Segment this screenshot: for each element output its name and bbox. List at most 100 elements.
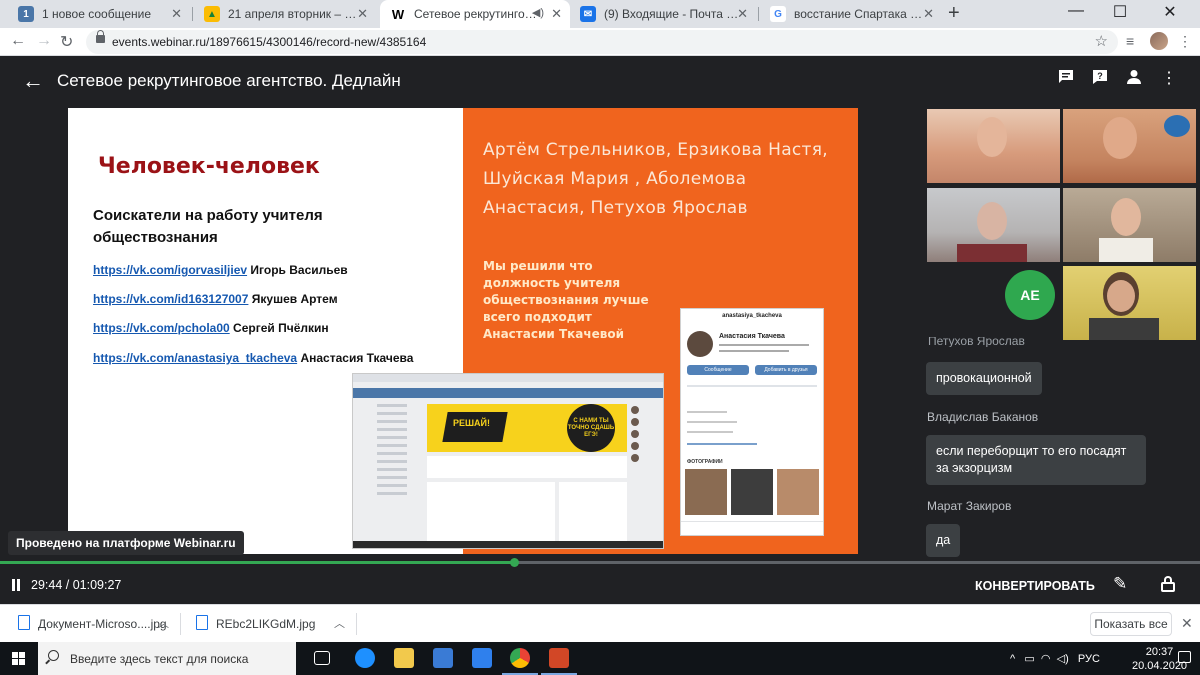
maximize-button[interactable]: ☐ bbox=[1100, 2, 1140, 22]
bookmark-star-icon[interactable]: ☆ bbox=[1095, 32, 1108, 50]
windows-start-icon[interactable] bbox=[12, 652, 26, 666]
candidate-link-row: https://vk.com/anastasiya_tkacheva Анаст… bbox=[93, 351, 413, 365]
browser-tab-mail[interactable]: ✉ (9) Входящие - Почта Mail.ru ✕ bbox=[570, 0, 756, 28]
chevron-up-icon[interactable]: ︿ bbox=[334, 615, 345, 631]
lock-icon bbox=[96, 30, 105, 43]
profile-name: Анастасия Ткачева bbox=[719, 333, 785, 340]
back-arrow-icon[interactable]: ← bbox=[22, 68, 44, 94]
profile-info-row bbox=[687, 421, 737, 423]
profile-avatar[interactable] bbox=[1150, 32, 1168, 50]
profile-photo bbox=[777, 469, 819, 515]
convert-button[interactable]: КОНВЕРТИРОВАТЬ bbox=[975, 579, 1095, 593]
lock-icon[interactable] bbox=[1161, 576, 1175, 592]
browser-tab-webinar[interactable]: W Сетевое рекрутинговое аге ◀) ✕ bbox=[380, 0, 570, 28]
reading-list-icon[interactable]: ≡ bbox=[1126, 33, 1134, 49]
mail-icon: ✉ bbox=[580, 6, 596, 22]
pencil-icon[interactable]: ✎ bbox=[1113, 574, 1127, 594]
tab-label: 21 апреля вторник – Google Ди bbox=[228, 7, 358, 21]
new-tab-button[interactable]: + bbox=[948, 2, 960, 25]
participant-video[interactable] bbox=[1063, 266, 1196, 340]
google-drive-icon: ▲ bbox=[204, 6, 220, 22]
candidate-link[interactable]: https://vk.com/pchola00 bbox=[93, 321, 230, 335]
browser-tab-strip: 1 1 новое сообщение ✕ ▲ 21 апреля вторни… bbox=[0, 0, 1200, 28]
participant-video[interactable] bbox=[927, 188, 1060, 262]
close-tab-icon[interactable]: ✕ bbox=[923, 6, 934, 22]
candidate-name: Анастасия Ткачева bbox=[300, 351, 414, 365]
minimize-button[interactable]: — bbox=[1056, 2, 1096, 20]
chevron-up-icon[interactable]: ︿ bbox=[158, 615, 169, 631]
participant-video[interactable] bbox=[927, 109, 1060, 183]
chat-icon[interactable] bbox=[1055, 68, 1077, 90]
time-display: 29:44 / 01:09:27 bbox=[31, 578, 122, 592]
download-item[interactable]: REbc2LIKGdM.jpg bbox=[216, 617, 315, 631]
chevron-up-icon[interactable]: ^ bbox=[1010, 653, 1015, 665]
speaker-icon[interactable]: ◀) bbox=[532, 6, 544, 19]
screenshot-side-card bbox=[559, 482, 627, 542]
windows-taskbar: Введите здесь текст для поиска ^ ▭ ◠ ◁) … bbox=[0, 642, 1200, 675]
search-icon bbox=[48, 650, 59, 661]
close-window-button[interactable]: ✕ bbox=[1150, 2, 1190, 22]
participants-icon[interactable] bbox=[1123, 68, 1145, 90]
photos-label: ФОТОГРАФИИ bbox=[687, 459, 723, 465]
browser-tab-google-drive[interactable]: ▲ 21 апреля вторник – Google Ди ✕ bbox=[194, 0, 376, 28]
forward-arrow-icon[interactable]: → bbox=[36, 32, 52, 50]
presentation-slide: Человек-человек Соискатели на работу учи… bbox=[68, 108, 858, 554]
download-item[interactable]: Документ-Microso....jpg bbox=[38, 617, 167, 631]
browser-tab-vk[interactable]: 1 1 новое сообщение ✕ bbox=[8, 0, 190, 28]
participant-video[interactable] bbox=[1063, 188, 1196, 262]
avatar bbox=[631, 430, 639, 438]
screenshot-browser-bar bbox=[353, 374, 663, 382]
candidate-link[interactable]: https://vk.com/anastasiya_tkacheva bbox=[93, 351, 297, 365]
wifi-icon[interactable]: ◠ bbox=[1041, 653, 1051, 665]
participant-video[interactable] bbox=[1063, 109, 1196, 183]
edge-icon[interactable] bbox=[355, 648, 375, 668]
reload-icon[interactable]: ↻ bbox=[60, 32, 73, 52]
task-view-icon[interactable] bbox=[314, 651, 330, 665]
candidate-name: Сергей Пчёлкин bbox=[233, 321, 329, 335]
store-icon[interactable] bbox=[433, 648, 453, 668]
close-tab-icon[interactable]: ✕ bbox=[171, 6, 182, 22]
svg-text:?: ? bbox=[1097, 71, 1103, 81]
candidate-link-row: https://vk.com/pchola00 Сергей Пчёлкин bbox=[93, 321, 329, 335]
address-bar[interactable]: events.webinar.ru/18976615/4300146/recor… bbox=[86, 30, 1118, 54]
language-indicator[interactable]: РУС bbox=[1078, 653, 1100, 665]
back-arrow-icon[interactable]: ← bbox=[10, 32, 26, 50]
powerpoint-icon[interactable] bbox=[549, 648, 569, 668]
progress-fill bbox=[0, 561, 514, 564]
avatar bbox=[631, 442, 639, 450]
avatar bbox=[631, 406, 639, 414]
close-icon[interactable]: ✕ bbox=[1181, 615, 1193, 632]
taskbar-search[interactable]: Введите здесь текст для поиска bbox=[38, 642, 296, 675]
browser-tab-google-search[interactable]: G восстание Спартака – Google П ✕ bbox=[760, 0, 942, 28]
profile-status-line bbox=[719, 350, 789, 352]
tab-label: 1 новое сообщение bbox=[42, 7, 152, 21]
candidate-link[interactable]: https://vk.com/id163127007 bbox=[93, 292, 248, 306]
help-icon[interactable]: ? bbox=[1089, 68, 1111, 90]
close-tab-icon[interactable]: ✕ bbox=[737, 6, 748, 22]
participant-avatar[interactable]: AE bbox=[1005, 270, 1055, 320]
volume-icon[interactable]: ◁) bbox=[1057, 653, 1069, 665]
mail-app-icon[interactable] bbox=[472, 648, 492, 668]
chat-message: провокационной bbox=[926, 362, 1042, 395]
search-placeholder: Введите здесь текст для поиска bbox=[70, 652, 249, 666]
notifications-icon[interactable] bbox=[1178, 651, 1191, 663]
progress-bar[interactable] bbox=[0, 558, 1200, 567]
menu-dots-icon[interactable]: ⋮ bbox=[1178, 33, 1192, 50]
show-all-downloads-button[interactable]: Показать все bbox=[1090, 612, 1172, 636]
candidate-link[interactable]: https://vk.com/igorvasiljiev bbox=[93, 263, 247, 277]
file-explorer-icon[interactable] bbox=[394, 648, 414, 668]
downloads-bar: Документ-Microso....jpg ︿ REbc2LIKGdM.jp… bbox=[0, 604, 1200, 642]
image-file-icon bbox=[18, 615, 30, 630]
close-tab-icon[interactable]: ✕ bbox=[357, 6, 368, 22]
progress-handle[interactable] bbox=[509, 558, 519, 567]
banner-title: РЕШАЙ! bbox=[453, 418, 491, 428]
pause-icon[interactable] bbox=[11, 579, 22, 591]
network-icon[interactable]: ▭ bbox=[1024, 653, 1034, 665]
google-icon: G bbox=[770, 6, 786, 22]
screenshot-vk-header bbox=[353, 388, 663, 398]
chrome-icon[interactable] bbox=[510, 648, 530, 668]
divider bbox=[356, 613, 357, 635]
system-tray[interactable]: ^ ▭ ◠ ◁) РУС bbox=[1010, 652, 1100, 665]
more-options-icon[interactable]: ⋮ bbox=[1158, 68, 1180, 90]
close-tab-icon[interactable]: ✕ bbox=[551, 6, 562, 22]
